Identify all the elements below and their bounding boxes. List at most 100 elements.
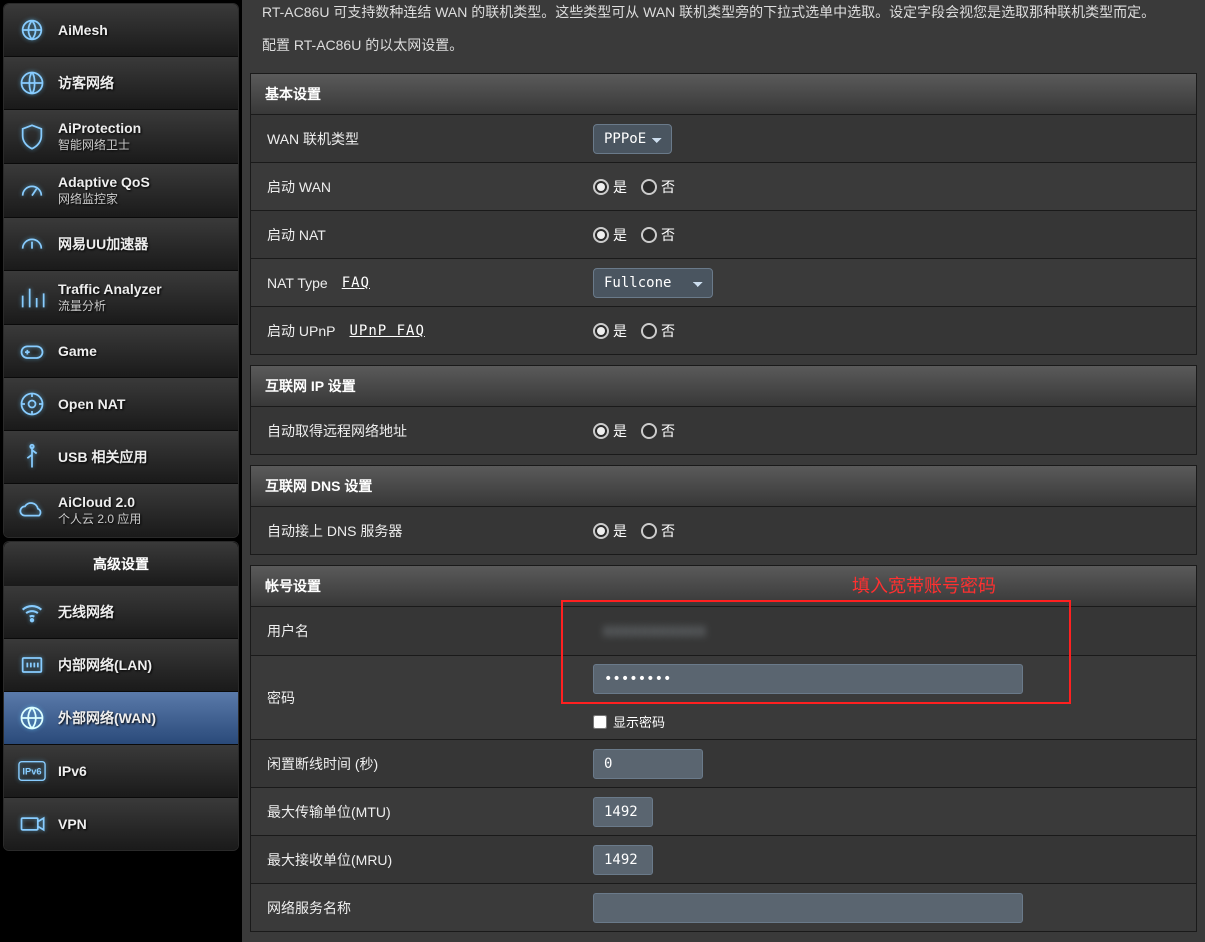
radio-autodns-yes[interactable] [593,523,609,539]
nav-adaptive-qos[interactable]: Adaptive QoS 网络监控家 [4,164,238,218]
nav-wireless[interactable]: 无线网络 [4,586,238,639]
nav-label: Traffic Analyzer [58,281,162,297]
chart-icon [16,282,48,314]
checkbox-show-password[interactable] [593,715,607,729]
nav-guest-network[interactable]: 访客网络 [4,57,238,110]
nav-uu-accelerator[interactable]: 网易UU加速器 [4,218,238,271]
nav-game[interactable]: Game [4,325,238,378]
primary-nav: AiMesh 访客网络 AiProtection 智能网络卫士 [3,3,239,538]
radio-label: 否 [661,421,675,441]
advanced-header: 高级设置 [4,542,238,586]
select-nat-type[interactable]: Fullcone [593,268,713,298]
nav-label: Open NAT [58,396,125,412]
nav-open-nat[interactable]: Open NAT [4,378,238,431]
radio-label: 是 [613,321,627,341]
nav-label: 外部网络(WAN) [58,708,156,728]
nav-label: 内部网络(LAN) [58,655,152,675]
ipv6-icon: IPv6 [16,755,48,787]
aimesh-icon [16,14,48,46]
input-idle[interactable] [593,749,703,779]
input-mtu[interactable] [593,797,653,827]
radio-wan-no[interactable] [641,179,657,195]
nav-aicloud[interactable]: AiCloud 2.0 个人云 2.0 应用 [4,484,238,537]
nav-label: 无线网络 [58,602,114,622]
label-enable-upnp: 启动 UPnP [267,321,335,341]
radio-upnp-yes[interactable] [593,323,609,339]
section-title: 基本设置 [251,74,1196,114]
link-upnp-faq[interactable]: UPnP FAQ [349,323,424,339]
nav-label: AiMesh [58,22,108,38]
speed-icon [16,228,48,260]
nav-sublabel: 智能网络卫士 [58,136,141,153]
wifi-icon [16,596,48,628]
radio-autoip-no[interactable] [641,423,657,439]
nav-label: Game [58,343,97,359]
label-conn-type: WAN 联机类型 [251,117,581,161]
input-password[interactable] [593,664,1023,694]
vpn-icon [16,808,48,840]
panel-ip: 互联网 IP 设置 自动取得远程网络地址 是 否 [250,365,1197,455]
section-title: 互联网 IP 设置 [251,366,1196,406]
cloud-icon [16,495,48,527]
usb-icon [16,441,48,473]
guest-icon [16,67,48,99]
shield-icon [16,121,48,153]
nav-sublabel: 流量分析 [58,297,162,314]
nav-usb-apps[interactable]: USB 相关应用 [4,431,238,484]
globe-icon [16,702,48,734]
radio-label: 否 [661,177,675,197]
input-service[interactable] [593,893,1023,923]
radio-upnp-no[interactable] [641,323,657,339]
label-mru: 最大接收单位(MRU) [251,838,581,882]
svg-text:IPv6: IPv6 [22,767,41,777]
nav-sublabel: 网络监控家 [58,190,150,207]
nav-label: Adaptive QoS [58,174,150,190]
panel-dns: 互联网 DNS 设置 自动接上 DNS 服务器 是 否 [250,465,1197,555]
label-username: 用户名 [251,609,581,653]
nav-aimesh[interactable]: AiMesh [4,4,238,57]
advanced-nav: 高级设置 无线网络 内部网络(LAN) 外部网络(WAN) [3,541,239,851]
nav-sublabel: 个人云 2.0 应用 [58,510,141,527]
label-nat-type: NAT Type [267,275,328,291]
gauge-icon [16,175,48,207]
nav-traffic-analyzer[interactable]: Traffic Analyzer 流量分析 [4,271,238,325]
intro-subtext: 配置 RT-AC86U 的以太网设置。 [250,35,1197,73]
label-auto-dns: 自动接上 DNS 服务器 [251,509,581,553]
section-title: 互联网 DNS 设置 [251,466,1196,506]
nav-lan[interactable]: 内部网络(LAN) [4,639,238,692]
nav-label: AiProtection [58,120,141,136]
radio-label: 是 [613,421,627,441]
nav-vpn[interactable]: VPN [4,798,238,850]
sidebar: AiMesh 访客网络 AiProtection 智能网络卫士 [0,0,242,942]
radio-label: 否 [661,225,675,245]
panel-account: 帐号设置 填入宽带账号密码 用户名 XXXXXXXXXXX 密码 显示密码 闲置… [250,565,1197,932]
label-show-password: 显示密码 [613,712,665,731]
radio-label: 是 [613,177,627,197]
nav-label: IPv6 [58,763,87,779]
radio-nat-yes[interactable] [593,227,609,243]
input-username[interactable]: XXXXXXXXXXX [593,615,716,647]
radio-label: 是 [613,521,627,541]
nav-ipv6[interactable]: IPv6 IPv6 [4,745,238,798]
main-content: RT-AC86U 可支持数种连结 WAN 的联机类型。这些类型可从 WAN 联机… [242,0,1205,942]
radio-autodns-no[interactable] [641,523,657,539]
nav-label: VPN [58,816,87,832]
label-auto-ip: 自动取得远程网络地址 [251,409,581,453]
link-nat-faq[interactable]: FAQ [342,275,370,291]
intro-text: RT-AC86U 可支持数种连结 WAN 的联机类型。这些类型可从 WAN 联机… [250,0,1197,35]
nav-wan[interactable]: 外部网络(WAN) [4,692,238,745]
radio-wan-yes[interactable] [593,179,609,195]
nav-aiprotection[interactable]: AiProtection 智能网络卫士 [4,110,238,164]
radio-nat-no[interactable] [641,227,657,243]
input-mru[interactable] [593,845,653,875]
select-conn-type[interactable]: PPPoE [593,124,672,154]
label-mtu: 最大传输单位(MTU) [251,790,581,834]
label-service: 网络服务名称 [251,886,581,930]
nat-icon [16,388,48,420]
radio-label: 否 [661,521,675,541]
radio-label: 否 [661,321,675,341]
label-enable-wan: 启动 WAN [251,165,581,209]
radio-autoip-yes[interactable] [593,423,609,439]
lan-icon [16,649,48,681]
label-enable-nat: 启动 NAT [251,213,581,257]
